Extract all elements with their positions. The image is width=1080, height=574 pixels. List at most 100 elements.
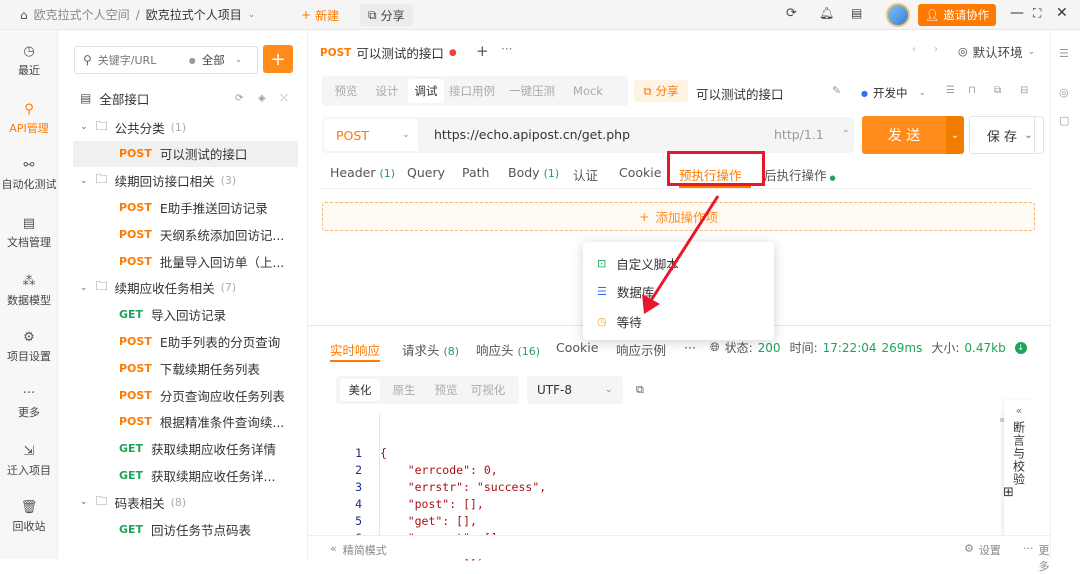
- tree-folder[interactable]: ⌄ 🗀 续期回访接口相关 (3): [58, 168, 308, 194]
- req-tab-1[interactable]: Query: [407, 165, 445, 180]
- view-tab-1[interactable]: 原生: [384, 379, 424, 401]
- tree-api-item[interactable]: POST E助手推送回访记录: [58, 194, 308, 220]
- home-icon[interactable]: ⌂: [20, 8, 28, 22]
- tree-api-item[interactable]: POST 下载续期任务列表: [58, 355, 308, 381]
- share-button[interactable]: ⧉ 分享: [360, 4, 413, 26]
- align-icon[interactable]: ☰: [946, 85, 955, 96]
- workspace-name[interactable]: 欧克拉式个人空间: [34, 6, 130, 23]
- chevron-down-icon[interactable]: ⌄: [80, 122, 88, 132]
- maximize-icon[interactable]: ⛶: [1033, 6, 1041, 21]
- encoding-select[interactable]: UTF-8 ⌄: [527, 376, 623, 404]
- send-dropdown-button[interactable]: ⌄: [946, 116, 964, 154]
- nav-item-5[interactable]: ⚙ 项目设置: [0, 330, 58, 364]
- nav-item-2[interactable]: ⚯ 自动化测试: [0, 158, 58, 192]
- globe-icon[interactable]: 🌐︎: [710, 340, 720, 355]
- req-tab-4[interactable]: 认证: [573, 165, 598, 184]
- lock-icon[interactable]: ⊓: [968, 85, 976, 96]
- nav-item-0[interactable]: ◷ 最近: [0, 44, 58, 78]
- all-apis-row[interactable]: ▤ 全部接口 ⟳ ◈ ⤫: [80, 88, 300, 108]
- tab-next-icon[interactable]: ›: [934, 44, 938, 55]
- close-icon[interactable]: ✕: [1056, 5, 1068, 21]
- doc-panel-icon[interactable]: ☰: [1059, 47, 1069, 60]
- resp-tab-0[interactable]: 实时响应: [330, 340, 380, 359]
- project-name[interactable]: 欧克拉式个人项目: [146, 6, 242, 23]
- copy-icon[interactable]: ⧉: [994, 85, 1001, 96]
- tree-folder[interactable]: ⌄ 🗀 码表相关 (8): [58, 489, 308, 515]
- resp-tab-1[interactable]: 请求头 (8): [402, 340, 459, 359]
- save-dropdown-button[interactable]: ⌄: [1014, 116, 1044, 154]
- resp-tab-5[interactable]: ···: [684, 340, 696, 355]
- req-tab-3[interactable]: Body (1): [508, 165, 559, 180]
- invite-button[interactable]: 👤︎ 邀请协作: [918, 4, 996, 26]
- mode-tab-3[interactable]: 接口用例: [448, 79, 496, 103]
- bell-icon[interactable]: 🔔︎: [819, 6, 834, 20]
- nav-item-7[interactable]: ⇲ 迁入项目: [0, 444, 58, 478]
- protocol-label[interactable]: http/1.1: [774, 127, 824, 142]
- nav-item-3[interactable]: ▤ 文档管理: [0, 216, 58, 250]
- tree-api-item[interactable]: GET 获取续期应收任务详...: [58, 462, 308, 488]
- dev-status-select[interactable]: ● 开发中 ⌄: [861, 85, 926, 101]
- new-button[interactable]: + 新建: [293, 5, 347, 25]
- resp-tab-3[interactable]: Cookie: [556, 340, 598, 355]
- api-share-button[interactable]: ⧉ 分享: [634, 80, 688, 102]
- method-select[interactable]: POST ⌄: [324, 119, 418, 151]
- collapse-icon[interactable]: ⤫: [280, 93, 288, 104]
- req-tab-0[interactable]: Header (1): [330, 165, 395, 180]
- locate-icon[interactable]: ◈: [258, 93, 266, 104]
- req-tab-5[interactable]: Cookie: [619, 165, 661, 180]
- chevron-down-icon[interactable]: ⌄: [80, 497, 88, 507]
- tree-folder[interactable]: ⌄ 🗀 公共分类 (1): [58, 114, 308, 140]
- nav-item-4[interactable]: ⁂ 数据模型: [0, 274, 58, 308]
- assert-panel-tab[interactable]: « 断言与校验: [1004, 400, 1034, 538]
- download-icon[interactable]: ↓: [1014, 341, 1027, 354]
- avatar[interactable]: [886, 3, 910, 27]
- minimize-icon[interactable]: —: [1010, 5, 1024, 21]
- chevron-down-icon[interactable]: ⌄: [235, 55, 243, 65]
- comment-icon[interactable]: ▢: [1059, 114, 1069, 127]
- req-tab-2[interactable]: Path: [462, 165, 489, 180]
- tree-api-item[interactable]: GET 导入回访记录: [58, 302, 308, 328]
- mode-tab-1[interactable]: 设计: [370, 79, 404, 103]
- mode-tab-0[interactable]: 预览: [328, 79, 364, 103]
- print-icon[interactable]: ⊟: [1020, 85, 1028, 96]
- tree-api-item[interactable]: POST 分页查询应收任务列表: [58, 382, 308, 408]
- tab-more-icon[interactable]: ···: [501, 42, 512, 56]
- target-icon[interactable]: ◎: [1059, 86, 1069, 99]
- view-tab-3[interactable]: 可视化: [468, 379, 508, 401]
- refresh-icon[interactable]: ⟳: [235, 93, 243, 104]
- chevron-down-icon[interactable]: ⌄: [80, 176, 88, 186]
- tree-api-item[interactable]: POST 天纲系统添加回访记...: [58, 221, 308, 247]
- mode-tab-4[interactable]: 一键压测: [500, 79, 564, 103]
- tree-api-item[interactable]: GET 获取续期应收任务详情: [58, 436, 308, 462]
- more-link[interactable]: ··· 更多: [1023, 542, 1050, 574]
- req-tab-7[interactable]: 后执行操作 ●: [764, 165, 836, 184]
- refresh-icon[interactable]: ⟳: [786, 6, 797, 21]
- tree-api-item[interactable]: GET 回访任务节点码表: [58, 516, 308, 542]
- chevron-down-icon[interactable]: ⌄: [842, 125, 850, 135]
- filter-select[interactable]: 全部: [202, 52, 225, 68]
- mode-tab-5[interactable]: Mock: [568, 79, 608, 103]
- tree-api-item[interactable]: POST 批量导入回访单（上...: [58, 248, 308, 274]
- resp-tab-2[interactable]: 响应头 (16): [476, 340, 540, 359]
- chevron-down-icon[interactable]: ⌄: [80, 283, 88, 293]
- nav-item-1[interactable]: ⚲ API管理: [0, 102, 58, 136]
- tree-api-item[interactable]: POST E助手列表的分页查询: [58, 328, 308, 354]
- copy-icon[interactable]: ⧉: [636, 383, 644, 397]
- url-input[interactable]: https://echo.apipost.cn/get.php: [434, 127, 630, 142]
- tree-folder[interactable]: ⌄ 🗀 续期应收任务相关 (7): [58, 275, 308, 301]
- add-api-button[interactable]: +: [263, 45, 293, 73]
- settings-link[interactable]: ⚙ 设置: [964, 542, 1001, 558]
- nav-item-8[interactable]: 🗑 回收站: [0, 500, 58, 534]
- env-select[interactable]: ◎ 默认环境 ⌄: [958, 42, 1035, 61]
- mode-tab-2[interactable]: 调试: [408, 79, 444, 103]
- view-tab-2[interactable]: 预览: [426, 379, 466, 401]
- layout-icon[interactable]: ⊞: [1003, 485, 1014, 500]
- search-input[interactable]: [97, 53, 183, 67]
- tree-api-item[interactable]: POST 根据精准条件查询续...: [58, 409, 308, 435]
- new-tab-icon[interactable]: +: [476, 42, 489, 60]
- doc-tab[interactable]: POST 可以测试的接口 ●: [320, 43, 457, 62]
- edit-icon[interactable]: ✎: [832, 84, 841, 97]
- nav-item-6[interactable]: ··· 更多: [0, 386, 58, 420]
- view-tab-0[interactable]: 美化: [340, 379, 380, 401]
- search-input-wrap[interactable]: ⚲ ● 全部 ⌄: [74, 46, 258, 74]
